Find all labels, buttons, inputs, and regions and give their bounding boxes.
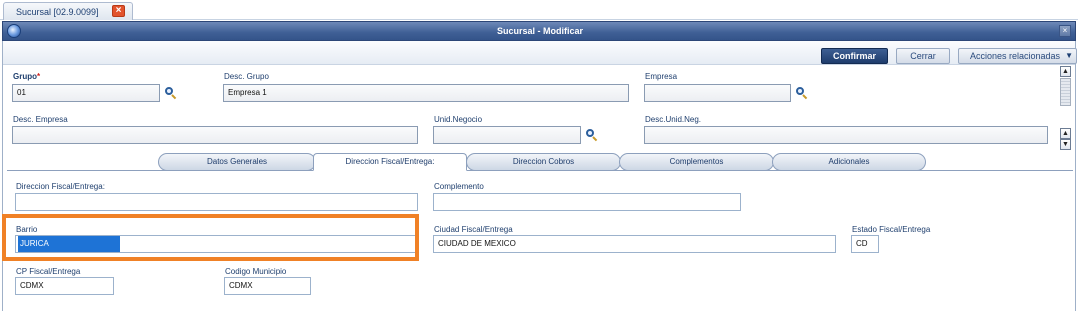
close-tab-icon[interactable]: × [112,5,125,17]
tab-adicionales[interactable]: Adicionales [772,153,926,171]
highlight-box [2,214,419,261]
tab-direccion-fiscal[interactable]: Direccion Fiscal/Entrega: [313,153,467,171]
window-title: Sucursal - Modificar [496,26,584,36]
related-actions-button[interactable]: Acciones relacionadas ▼ [958,48,1077,64]
complemento-input[interactable] [433,193,741,211]
folder-tabs: Datos Generales Direccion Fiscal/Entrega… [158,153,928,171]
scroll-up-icon[interactable]: ▲ [1060,66,1071,77]
municipio-input[interactable]: CDMX [224,277,311,295]
empresa-label: Empresa [645,72,678,81]
confirm-button[interactable]: Confirmar [821,48,888,64]
required-mark: * [37,72,41,81]
form-frame: Confirmar Cerrar Acciones relacionadas ▼… [2,41,1077,311]
search-icon[interactable] [586,129,598,142]
desc-unid-neg-field [644,126,1048,144]
header-scrollbar[interactable]: ▲ ▲ ▼ [1060,66,1071,151]
header-panel: Grupo* 01 Desc. Grupo Empresa 1 Empresa … [3,66,1063,151]
tab-direccion-cobros[interactable]: Direccion Cobros [466,153,621,171]
grupo-label: Grupo* [13,72,41,81]
municipio-label: Codigo Municipio [225,267,287,276]
desc-grupo-label: Desc. Grupo [224,72,269,81]
window-titlebar: Sucursal - Modificar × [2,21,1076,41]
estado-label: Estado Fiscal/Entrega [852,225,931,234]
search-icon[interactable] [165,87,177,100]
complemento-label: Complemento [434,182,484,191]
scroll-up-icon[interactable]: ▲ [1060,128,1071,139]
unid-negocio-label: Unid.Negocio [434,115,483,124]
related-actions-label: Acciones relacionadas [970,51,1061,61]
document-tabstrip: Sucursal [02.9.0099] × [0,0,1078,20]
document-tab[interactable]: Sucursal [02.9.0099] × [3,2,133,20]
desc-empresa-label: Desc. Empresa [13,115,68,124]
desc-empresa-field [12,126,418,144]
cp-label: CP Fiscal/Entrega [16,267,81,276]
tab-datos-generales[interactable]: Datos Generales [158,153,316,171]
toolbar: Confirmar Cerrar Acciones relacionadas ▼ [3,41,1077,65]
scroll-down-icon[interactable]: ▼ [1060,139,1071,150]
desc-grupo-field: Empresa 1 [223,84,629,102]
direccion-input[interactable] [15,193,418,211]
chevron-down-icon: ▼ [1065,51,1073,60]
empresa-input[interactable] [644,84,791,102]
cp-input[interactable]: CDMX [15,277,114,295]
desc-unid-neg-label: Desc.Unid.Neg. [645,115,702,124]
tab-complementos[interactable]: Complementos [619,153,774,171]
search-icon[interactable] [796,87,808,100]
direccion-label: Direccion Fiscal/Entrega: [16,182,105,191]
ciudad-label: Ciudad Fiscal/Entrega [434,225,513,234]
close-window-icon[interactable]: × [1059,25,1071,37]
document-tab-label: Sucursal [02.9.0099] [16,7,99,17]
unid-negocio-input[interactable] [433,126,581,144]
grupo-input[interactable]: 01 [12,84,160,102]
ciudad-input[interactable]: CIUDAD DE MEXICO [433,235,836,253]
close-button[interactable]: Cerrar [896,48,950,64]
scrollbar-thumb[interactable] [1060,78,1071,106]
estado-input[interactable]: CD [851,235,879,253]
